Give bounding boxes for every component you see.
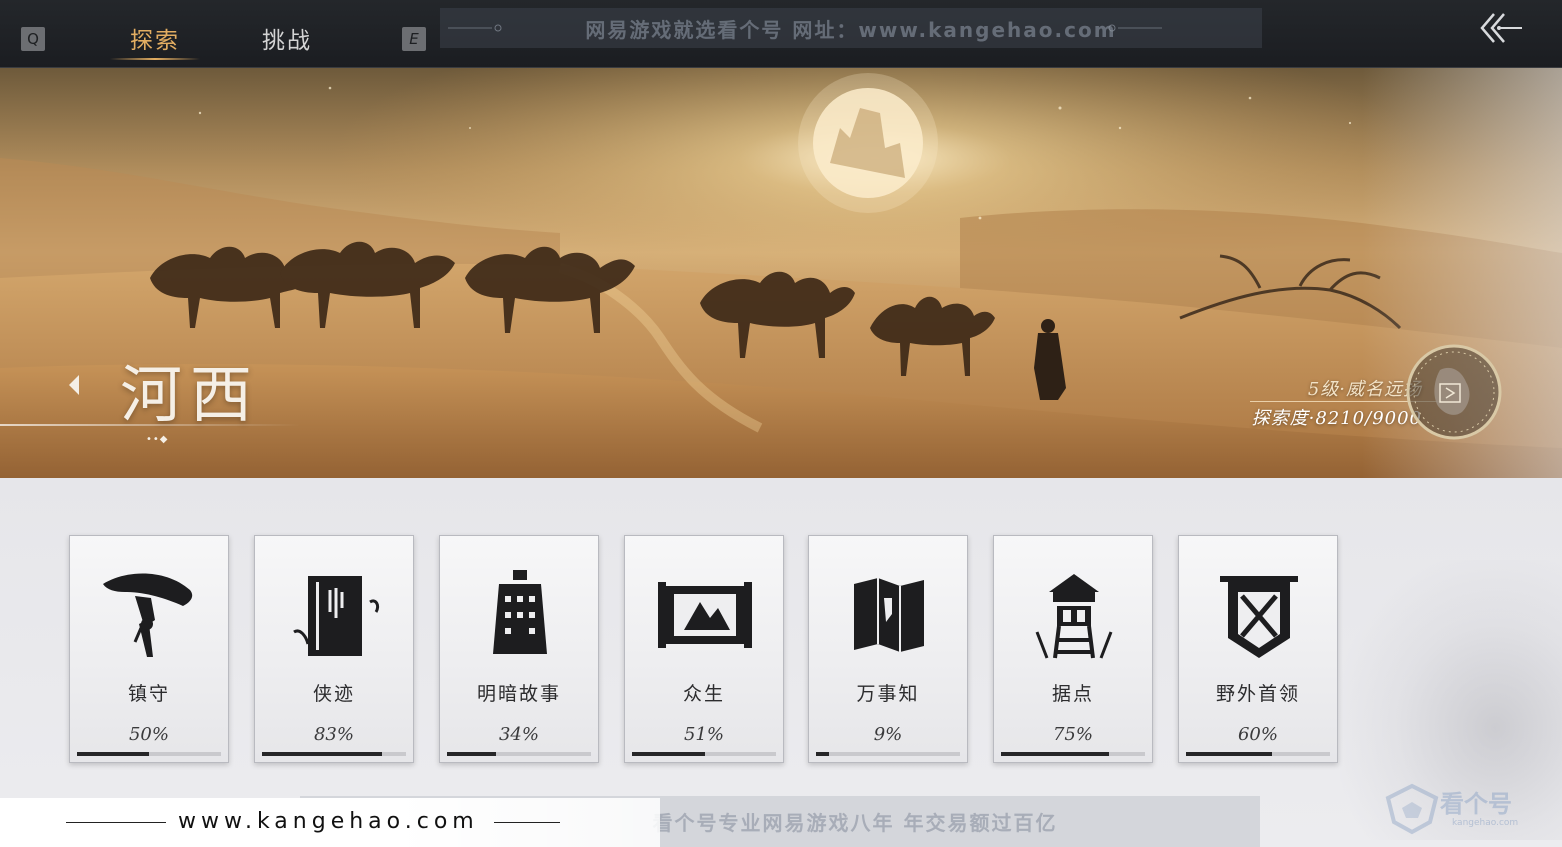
card-percent: 75%: [1052, 724, 1093, 745]
category-card-field-bosses[interactable]: 野外首领 60%: [1178, 535, 1338, 763]
card-progress-bar: [262, 752, 406, 756]
card-progress-bar: [1001, 752, 1145, 756]
watermark-logo-text: 看个号: [1440, 790, 1512, 818]
url-line-left: [66, 822, 166, 823]
bottom-url-text: www.kangehao.com: [178, 809, 479, 834]
region-title: 河西: [120, 358, 261, 431]
ornament-right-icon: [1108, 24, 1162, 32]
card-progress-fill: [447, 752, 496, 756]
tab-challenge[interactable]: 挑战: [245, 20, 329, 56]
bamboo-hat-icon: [103, 573, 193, 657]
region-prev-button[interactable]: [66, 373, 82, 397]
top-watermark-text: 网易游戏就选看个号 网址：www.kangehao.com: [585, 17, 1117, 42]
card-percent: 60%: [1237, 724, 1278, 745]
ornament-left-icon: [448, 24, 502, 32]
key-hint-q[interactable]: Q: [21, 27, 45, 51]
card-label: 侠迹: [312, 683, 355, 705]
card-progress-fill: [816, 752, 829, 756]
double-chevron-left-icon: [1480, 13, 1522, 43]
bamboo-scroll-icon: [293, 576, 380, 656]
top-bar: Q 探索 挑战 E 网易游戏就选看个号 网址：www.kangehao.com: [0, 0, 1562, 68]
category-card-stories[interactable]: 明暗故事 34%: [439, 535, 599, 763]
bell-icon: [493, 570, 547, 654]
category-card-all-beings[interactable]: 众生 51%: [624, 535, 784, 763]
tab-explore[interactable]: 探索: [110, 20, 200, 60]
category-card-strongholds[interactable]: 据点 75%: [993, 535, 1153, 763]
key-hint-e[interactable]: E: [402, 27, 426, 51]
card-label: 据点: [1051, 683, 1094, 705]
region-title-underline: [0, 424, 300, 426]
card-percent: 83%: [313, 724, 354, 745]
card-percent: 50%: [128, 724, 169, 745]
crossed-swords-banner-icon: [1220, 576, 1298, 658]
category-card-hero-traces[interactable]: 侠迹 83%: [254, 535, 414, 763]
card-percent: 9%: [873, 724, 903, 745]
top-watermark-banner: 网易游戏就选看个号 网址：www.kangehao.com: [440, 8, 1262, 48]
card-label: 野外首领: [1215, 683, 1300, 705]
card-percent: 51%: [683, 724, 724, 745]
card-progress-fill: [262, 752, 382, 756]
region-exploration-progress: 探索度·8210/9000: [1251, 408, 1422, 429]
card-label: 明暗故事: [476, 683, 561, 705]
card-progress-bar: [632, 752, 776, 756]
card-progress-bar: [77, 752, 221, 756]
card-progress-fill: [77, 752, 149, 756]
card-progress-bar: [1186, 752, 1330, 756]
painting-scroll-icon: [658, 582, 752, 648]
region-page-dots[interactable]: ••◆: [146, 434, 169, 445]
category-card-knowledge[interactable]: 万事知 9%: [808, 535, 968, 763]
card-progress-fill: [1186, 752, 1273, 756]
triangle-left-icon: [69, 375, 79, 395]
card-progress-bar: [447, 752, 591, 756]
region-map-button[interactable]: [1404, 342, 1504, 442]
back-button[interactable]: [1476, 10, 1526, 46]
card-progress-bar: [816, 752, 960, 756]
card-label: 众生: [682, 683, 725, 705]
region-map-icon: [1406, 344, 1502, 440]
card-label: 万事知: [856, 683, 920, 705]
watermark-logo-subtext: kangehao.com: [1452, 818, 1519, 828]
card-percent: 34%: [498, 724, 539, 745]
card-progress-fill: [632, 752, 706, 756]
folded-map-icon: [854, 578, 924, 652]
url-line-right: [494, 822, 560, 823]
card-label: 镇守: [127, 683, 170, 705]
region-hero-banner: 河西 ••◆ 5级·威名远扬 探索度·8210/9000: [0, 68, 1562, 478]
card-progress-fill: [1001, 752, 1109, 756]
category-card-guard[interactable]: 镇守 50%: [69, 535, 229, 763]
bottom-watermark-text: 看个号专业网易游戏八年 年交易额过百亿: [652, 811, 1058, 835]
watchtower-icon: [1035, 574, 1113, 659]
